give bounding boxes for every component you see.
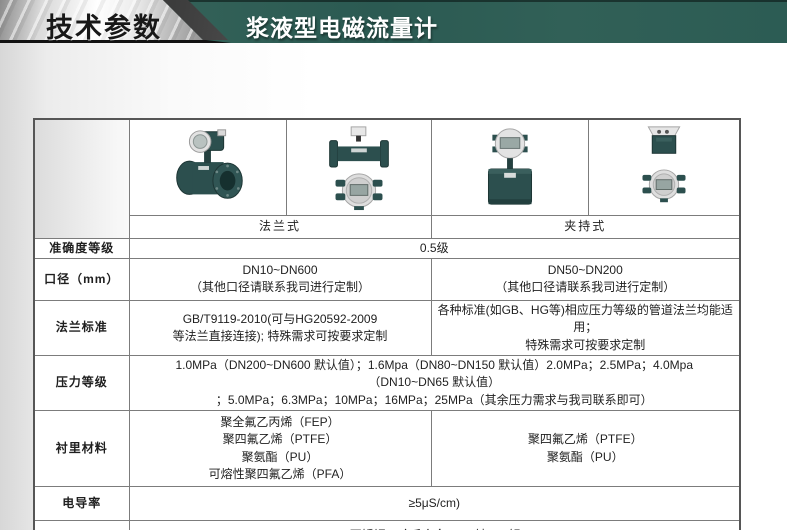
photos-row xyxy=(34,119,740,215)
conductivity-value: ≥5μS/cm) xyxy=(129,487,740,521)
photo-cell-clamp-converter xyxy=(588,119,740,215)
pressure-value: 1.0MPa（DN200~DN600 默认值）；1.6Mpa（DN80~DN15… xyxy=(129,356,740,411)
lining-row: 衬里材料 聚全氟乙丙烯（FEP） 聚四氟乙烯（PTFE） 聚氨酯（PU） 可熔性… xyxy=(34,411,740,487)
diameter-clamp-value: DN50~DN200 （其他口径请联系我司进行定制） xyxy=(431,258,740,300)
type-label-flange: 法兰式 xyxy=(129,215,431,238)
diameter-flange-value: DN10~DN600 （其他口径请联系我司进行定制） xyxy=(129,258,431,300)
clamp-meter-front-photo xyxy=(450,122,570,212)
page: 技术参数 浆液型电磁流量计 xyxy=(0,0,787,530)
conductivity-row: 电导率 ≥5μS/cm) xyxy=(34,487,740,521)
accuracy-value: 0.5级 xyxy=(129,238,740,258)
clamp-meter-top-unit-and-converter-photo xyxy=(604,122,724,212)
pressure-row: 压力等级 1.0MPa（DN200~DN600 默认值）；1.6Mpa（DN80… xyxy=(34,356,740,411)
conductivity-label: 电导率 xyxy=(34,487,129,521)
product-name-title: 浆液型电磁流量计 xyxy=(246,9,438,43)
spec-table: 法兰式 夹持式 准确度等级 0.5级 口径（mm） DN10~DN600 （其他… xyxy=(33,118,741,530)
accuracy-row: 准确度等级 0.5级 xyxy=(34,238,740,258)
flange-standard-clamp-value: 各种标准(如GB、HG等)相应压力等级的管道法兰均能适用； 特殊需求可按要求定制 xyxy=(431,300,740,355)
pressure-label: 压力等级 xyxy=(34,356,129,411)
flange-meter-angled-photo xyxy=(148,122,268,212)
photo-cell-flange-angled xyxy=(129,119,286,215)
page-body: 法兰式 夹持式 准确度等级 0.5级 口径（mm） DN10~DN600 （其他… xyxy=(0,43,787,530)
page-header: 技术参数 浆液型电磁流量计 xyxy=(0,0,787,44)
lining-label: 衬里材料 xyxy=(34,411,129,487)
type-labels-row: 法兰式 夹持式 xyxy=(34,215,740,238)
flange-standard-row: 法兰标准 GB/T9119-2010(可与HG20592-2009 等法兰直接连… xyxy=(34,300,740,355)
lining-flange-value: 聚全氟乙丙烯（FEP） 聚四氟乙烯（PTFE） 聚氨酯（PU） 可熔性聚四氟乙烯… xyxy=(129,411,431,487)
photo-cell-flange-side xyxy=(286,119,431,215)
diameter-label: 口径（mm） xyxy=(34,258,129,300)
electrode-value: 316L不锈钢，哈氏合金HC，钛Ti，钽Ta， 碳化钨WC，铂铱合金Pt xyxy=(129,521,740,530)
flange-standard-label: 法兰标准 xyxy=(34,300,129,355)
corner-cell xyxy=(34,119,129,238)
flange-meter-side-and-converter-photo xyxy=(299,122,419,212)
lining-clamp-value: 聚四氟乙烯（PTFE） 聚氨酯（PU） xyxy=(431,411,740,487)
electrode-row: 电极材料 316L不锈钢，哈氏合金HC，钛Ti，钽Ta， 碳化钨WC，铂铱合金P… xyxy=(34,521,740,530)
page-title: 技术参数 xyxy=(44,6,164,45)
accuracy-label: 准确度等级 xyxy=(34,238,129,258)
electrode-label: 电极材料 xyxy=(34,521,129,530)
flange-standard-flange-value: GB/T9119-2010(可与HG20592-2009 等法兰直接连接); 特… xyxy=(129,300,431,355)
photo-cell-clamp-front xyxy=(431,119,588,215)
diameter-row: 口径（mm） DN10~DN600 （其他口径请联系我司进行定制） DN50~D… xyxy=(34,258,740,300)
type-label-clamp: 夹持式 xyxy=(431,215,740,238)
